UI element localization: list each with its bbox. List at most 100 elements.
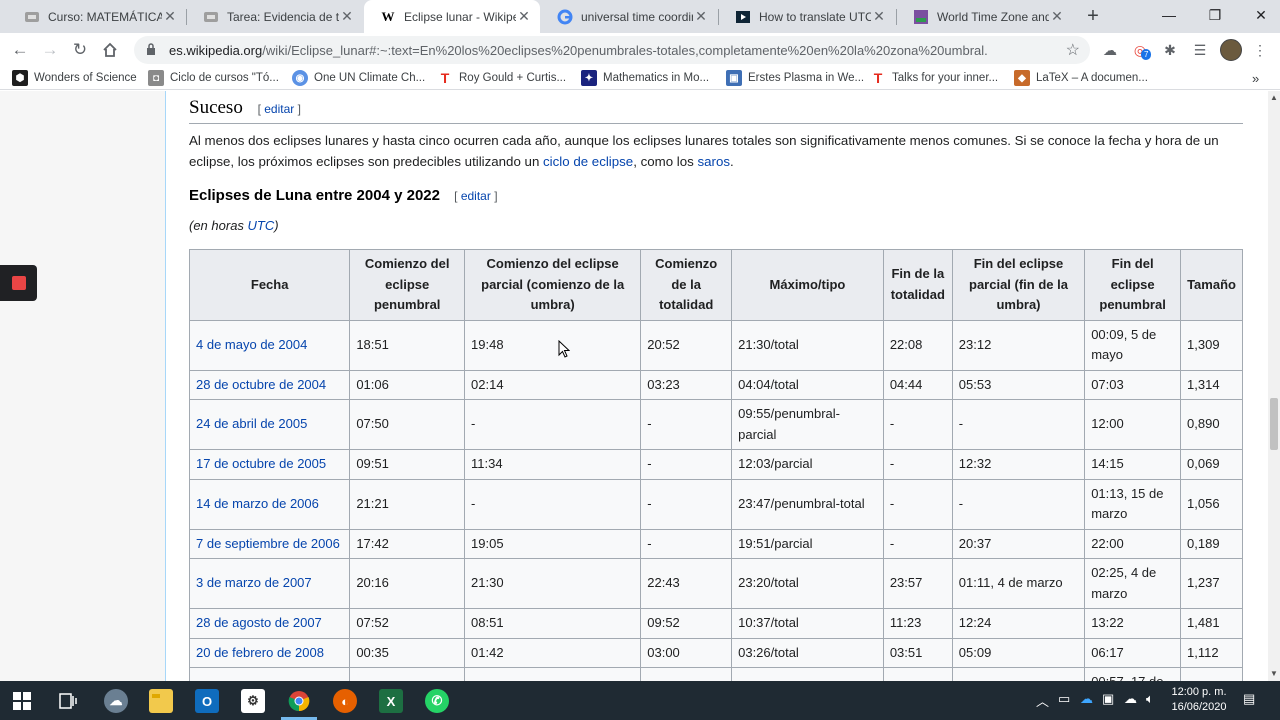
browser-tab-1[interactable]: Tarea: Evidencia de tu in ✕ [187, 0, 363, 33]
table-cell: 08:51 [464, 608, 642, 639]
date-cell: 3 de marzo de 2007 [188, 558, 351, 609]
close-tab-icon[interactable]: ✕ [693, 8, 709, 25]
task-view-icon[interactable] [56, 689, 80, 713]
tray-expand-icon[interactable]: ︿ [1036, 691, 1049, 710]
bookmark-item[interactable]: ◘ Ciclo de cursos "Tó... [148, 70, 279, 86]
clock-time: 12:00 p. m. [1171, 686, 1227, 698]
close-tab-icon[interactable]: ✕ [516, 8, 532, 25]
cloud-sync-icon[interactable]: ☁ [1124, 691, 1137, 707]
bookmark-item[interactable]: T Talks for your inner... [870, 70, 998, 86]
back-arrow-icon[interactable]: ← [8, 38, 32, 62]
column-header: Comienzo del eclipse parcial (comienzo d… [464, 249, 642, 321]
browser-tab-5[interactable]: World Time Zone and c ✕ [897, 0, 1073, 33]
edit-link[interactable]: editar [264, 102, 294, 116]
close-window-icon[interactable]: ✕ [1238, 0, 1280, 30]
recording-stop-button[interactable] [0, 265, 37, 301]
table-cell: 22:00 [1084, 528, 1182, 559]
tab-title: How to translate UTC to [759, 9, 871, 24]
outlook-icon[interactable]: O [195, 689, 219, 713]
close-tab-icon[interactable]: ✕ [871, 8, 887, 25]
ciclo-de-eclipse-link[interactable]: ciclo de eclipse [543, 154, 633, 169]
whatsapp-icon[interactable]: ✆ [425, 689, 449, 713]
bookmark-item[interactable]: ◆ LaTeX – A documen... [1014, 70, 1148, 86]
browser-tab-4[interactable]: How to translate UTC to ✕ [719, 0, 895, 33]
table-cell: 12:24 [951, 608, 1086, 639]
table-cell: 00:09, 5 de mayo [1084, 319, 1182, 371]
date-link[interactable]: 14 de marzo de 2006 [196, 496, 319, 511]
onedrive-icon[interactable]: ☁ [1080, 691, 1093, 707]
close-tab-icon[interactable]: ✕ [339, 8, 355, 25]
date-link[interactable]: 7 de septiembre de 2006 [196, 536, 340, 551]
browser-tab-2[interactable]: W Eclipse lunar - Wikipedi ✕ [364, 0, 540, 33]
app-icon[interactable]: ⚙ [241, 689, 265, 713]
table-cell: 02:14 [464, 369, 642, 400]
browser-tab-3[interactable]: universal time coordina ✕ [541, 0, 717, 33]
date-link[interactable]: 3 de marzo de 2007 [196, 575, 312, 590]
forward-arrow-icon[interactable]: → [38, 38, 62, 62]
reading-list-icon[interactable]: ☰ [1190, 40, 1210, 60]
battery-icon[interactable]: ▭ [1058, 691, 1070, 707]
bookmark-item[interactable]: ◉ One UN Climate Ch... [292, 70, 425, 86]
table-cell: 22:10/parcial [731, 667, 884, 681]
bookmark-item[interactable]: ▣ Erstes Plasma in We... [726, 70, 864, 86]
cloud-extension-icon[interactable]: ☁ [1100, 40, 1120, 60]
minimize-icon[interactable]: — [1146, 0, 1192, 30]
close-tab-icon[interactable]: ✕ [1049, 8, 1065, 25]
un-icon: ◉ [292, 70, 308, 86]
date-link[interactable]: 28 de agosto de 2007 [196, 615, 322, 630]
table-cell: 03:26/total [731, 637, 884, 668]
more-bookmarks-icon[interactable]: » [1252, 70, 1259, 86]
firefox-icon[interactable]: ◐ [333, 689, 357, 713]
table-row: 20 de febrero de 2008 00:35 01:42 03:00 03:2… [188, 637, 1243, 668]
column-header: Comienzo de la totalidad [640, 249, 733, 321]
bookmark-item[interactable]: ⬢ Wonders of Science [12, 70, 137, 86]
table-cell: 20:16 [349, 558, 466, 609]
bookmark-item[interactable]: ✦ Mathematics in Mo... [581, 70, 709, 86]
table-cell: - [951, 399, 1086, 450]
table-cell: 23:47/penumbral-total [731, 478, 884, 530]
bookmark-star-icon[interactable]: ☆ [1066, 40, 1080, 60]
home-icon[interactable] [98, 38, 122, 62]
table-row: 4 de mayo de 2004 18:51 19:48 20:52 21:30/to… [188, 319, 1243, 371]
page-scrollbar[interactable]: ▲ ▼ [1268, 91, 1280, 681]
windows-start-icon[interactable] [10, 689, 34, 713]
scrollbar-thumb[interactable] [1270, 398, 1278, 450]
saros-link[interactable]: saros [698, 154, 731, 169]
menu-kebab-icon[interactable]: ⋮ [1250, 40, 1270, 60]
column-header: Fin de la totalidad [882, 249, 953, 321]
excel-icon[interactable]: X [379, 689, 403, 713]
browser-tab-0[interactable]: Curso: MATEMÁTICA M ✕ [8, 0, 186, 33]
file-explorer-icon[interactable] [149, 689, 173, 713]
notifications-icon[interactable]: ▤ [1243, 691, 1255, 707]
table-cell: - [882, 449, 953, 480]
bookmark-item[interactable]: T Roy Gould + Curtis... [437, 70, 566, 86]
date-link[interactable]: 4 de mayo de 2004 [196, 337, 307, 352]
edit-link[interactable]: editar [461, 189, 491, 203]
scroll-down-icon[interactable]: ▼ [1270, 669, 1278, 678]
table-cell: 12:03/parcial [731, 449, 884, 480]
utc-link[interactable]: UTC [248, 218, 275, 233]
app-icon[interactable]: ☁ [104, 689, 128, 713]
date-link[interactable]: 20 de febrero de 2008 [196, 645, 324, 660]
tab-title: Curso: MATEMÁTICA M [48, 9, 162, 24]
extension-badge-icon[interactable]: ◎ 7 [1130, 40, 1152, 60]
puzzle-extensions-icon[interactable]: ✱ [1160, 40, 1180, 60]
date-link[interactable]: 24 de abril de 2005 [196, 416, 307, 431]
section-paragraph: Al menos dos eclipses lunares y hasta ci… [189, 133, 1219, 169]
avatar[interactable] [1220, 39, 1242, 61]
maximize-icon[interactable]: ❐ [1192, 0, 1238, 30]
table-cell: 01:11, 4 de marzo [951, 558, 1086, 609]
scroll-up-icon[interactable]: ▲ [1270, 93, 1278, 102]
network-icon[interactable]: ▣ [1102, 691, 1114, 707]
volume-icon[interactable]: 🔈︎ [1146, 691, 1154, 707]
chrome-icon[interactable] [287, 689, 311, 713]
table-cell: 13:22 [1084, 608, 1182, 639]
address-bar[interactable]: es.wikipedia.org/wiki/Eclipse_lunar#:~:t… [134, 36, 1090, 64]
taskbar-clock[interactable]: 12:00 p. m. 16/06/2020 [1164, 685, 1234, 715]
date-link[interactable]: 28 de octubre de 2004 [196, 377, 326, 392]
reload-icon[interactable]: ↻ [68, 38, 92, 62]
date-link[interactable]: 17 de octubre de 2005 [196, 456, 326, 471]
new-tab-button[interactable]: + [1082, 5, 1104, 27]
table-cell: 0,812 [1180, 667, 1243, 681]
close-tab-icon[interactable]: ✕ [162, 8, 178, 25]
